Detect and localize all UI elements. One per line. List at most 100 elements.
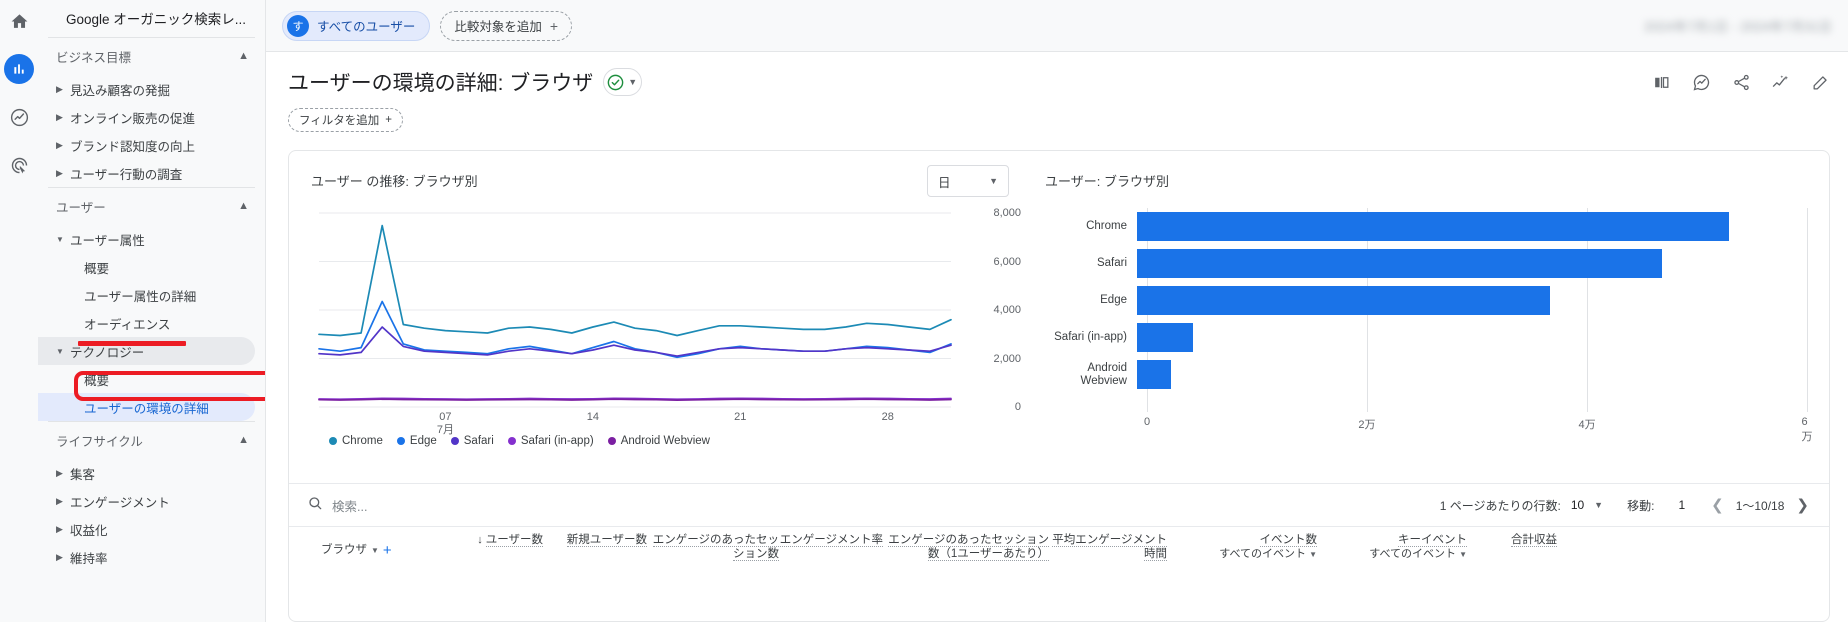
table-column-header[interactable]: 新規ユーザー数	[543, 527, 647, 574]
bar-row[interactable]: Safari (in-app)	[1045, 319, 1807, 356]
sidebar-item-label: ユーザー属性の詳細	[84, 289, 197, 304]
table-column-header[interactable]: エンゲージのあったセッション数（1ユーザーあたり）	[883, 527, 1049, 574]
chevron-up-icon[interactable]: ▲	[238, 51, 249, 62]
sidebar-item-overview-tech[interactable]: 概要	[38, 365, 255, 393]
share-icon[interactable]	[1732, 73, 1751, 92]
table-column-label: エンゲージメント率	[779, 534, 883, 547]
chevron-right-icon: ▶	[56, 167, 63, 178]
period-select[interactable]: 日 ▼	[927, 165, 1009, 197]
sidebar-item-user-behavior[interactable]: ▶ ユーザー行動の調査	[38, 159, 255, 187]
table-section: 検索... 1 ページあたりの行数: 10 ▼ 移動: 1 ❮ 1～10/18 …	[289, 483, 1829, 574]
sidebar-item-demographic-details[interactable]: ユーザー属性の詳細	[38, 281, 255, 309]
sidebar-item-tech-details[interactable]: ユーザーの環境の詳細	[38, 393, 255, 421]
table-column-label: 平均エンゲージメント時間	[1052, 534, 1167, 561]
bar-track	[1137, 356, 1807, 393]
chevron-up-icon[interactable]: ▲	[238, 435, 249, 446]
sidebar-group-lifecycle-label: ライフサイクル	[56, 435, 143, 449]
chevron-down-icon[interactable]: ▼	[1309, 550, 1317, 559]
table-column-label: イベント数	[1259, 534, 1317, 547]
sidebar-group-business-label: ビジネス目標	[56, 51, 132, 65]
trends-icon[interactable]	[1771, 72, 1791, 92]
bar-chart-rows: Chrome Safari Edge Safari (in-app) Andro…	[1045, 208, 1807, 393]
chevron-down-icon[interactable]: ▼	[1594, 500, 1603, 510]
add-filter-button[interactable]: フィルタを追加 +	[288, 108, 403, 132]
bar-row[interactable]: Safari	[1045, 245, 1807, 282]
sidebar-item-online-sales[interactable]: ▶ オンライン販売の促進	[38, 103, 255, 131]
plus-icon: +	[385, 114, 392, 126]
sidebar-group-business[interactable]: ビジネス目標 ▲	[38, 38, 265, 75]
sidebar-group-user[interactable]: ユーザー ▲	[38, 188, 265, 225]
sidebar-item-lead-gen[interactable]: ▶ 見込み顧客の発掘	[38, 75, 255, 103]
chevron-down-icon: ▼	[56, 346, 64, 356]
bar-track	[1137, 208, 1807, 245]
sidebar-item-label: エンゲージメント	[70, 495, 170, 510]
table-column-header[interactable]: エンゲージメント率	[779, 527, 883, 574]
sidebar-item-label: ユーザー行動の調査	[70, 167, 183, 182]
search-placeholder: 検索...	[332, 499, 368, 514]
bar-category-label: Chrome	[1086, 220, 1127, 232]
advertising-icon[interactable]	[4, 150, 34, 180]
chevron-down-icon[interactable]: ▼	[1459, 550, 1467, 559]
sidebar-item-engagement[interactable]: ▶ エンゲージメント	[38, 487, 255, 515]
explore-icon[interactable]	[4, 102, 34, 132]
next-page-button[interactable]: ❯	[1794, 496, 1811, 514]
line-chart-header: ユーザー の推移: ブラウザ別 日 ▼	[311, 165, 1021, 197]
sidebar-item-user-attributes[interactable]: ▼ ユーザー属性	[38, 225, 255, 253]
table-column-header[interactable]: イベント数 すべてのイベント ▼	[1167, 527, 1317, 574]
date-range-selector[interactable]: 2024年7月1日 - 2024年7月31日	[1645, 16, 1832, 35]
table-column-header[interactable]: 合計収益	[1467, 527, 1557, 574]
sort-desc-icon[interactable]: ↓	[477, 534, 483, 548]
sidebar-item-retention[interactable]: ▶ 維持率	[38, 543, 255, 571]
bar-category-label: Safari	[1096, 257, 1127, 269]
chevron-right-icon: ▶	[56, 139, 63, 150]
sidebar-item-audiences[interactable]: オーディエンス	[38, 309, 255, 337]
icon-rail	[0, 0, 38, 622]
sidebar-group-lifecycle[interactable]: ライフサイクル ▲	[38, 422, 265, 459]
data-quality-dropdown[interactable]: ▼	[603, 68, 643, 96]
table-column-header[interactable]: ブラウザ ▼ +	[307, 527, 447, 574]
sidebar-group-user-label: ユーザー	[56, 201, 106, 215]
segment-chip-all-users[interactable]: す すべてのユーザー	[282, 10, 431, 41]
table-column-header[interactable]: エンゲージのあったセッション数	[647, 527, 779, 574]
chevron-down-icon[interactable]: ▼	[628, 77, 637, 87]
prev-page-button[interactable]: ❮	[1709, 496, 1726, 514]
bar-row[interactable]: Edge	[1045, 282, 1807, 319]
bar-chart-panel: ユーザー: ブラウザ別 Chrome Safari Edge Safari (i…	[1027, 151, 1829, 483]
insights-icon[interactable]	[1691, 72, 1712, 93]
compare-icon[interactable]	[1652, 73, 1671, 92]
reports-icon[interactable]	[4, 54, 34, 84]
home-icon[interactable]	[4, 6, 34, 36]
table-column-header[interactable]: キーイベント すべてのイベント ▼	[1317, 527, 1467, 574]
bar-row[interactable]: Android Webview	[1045, 356, 1807, 393]
page-title: ユーザーの環境の詳細: ブラウザ	[288, 72, 594, 95]
bar-row[interactable]: Chrome	[1045, 208, 1807, 245]
chevron-up-icon[interactable]: ▲	[238, 201, 249, 212]
chevron-down-icon[interactable]: ▼	[371, 544, 379, 558]
content-area: ユーザー の推移: ブラウザ別 日 ▼ 0 2,000 4,000 6,000 8,00…	[266, 140, 1848, 622]
bar-category-label: Edge	[1100, 294, 1127, 306]
bar-track	[1137, 282, 1807, 319]
goto-value[interactable]: 1	[1678, 498, 1685, 512]
table-column-header[interactable]: ↓ ユーザー数	[447, 527, 543, 574]
search-input[interactable]: 検索...	[307, 495, 1430, 516]
sidebar-item-acquisition[interactable]: ▶ 集客	[38, 459, 255, 487]
add-comparison-button[interactable]: 比較対象を追加 +	[440, 10, 573, 41]
add-dimension-icon[interactable]: +	[383, 543, 392, 558]
sidebar-item-monetization[interactable]: ▶ 収益化	[38, 515, 255, 543]
table-column-subtitle[interactable]: すべてのイベント ▼	[1369, 548, 1467, 562]
sidebar-item-brand-awareness[interactable]: ▶ ブランド認知度の向上	[38, 131, 255, 159]
table-column-header[interactable]: 平均エンゲージメント時間	[1049, 527, 1167, 574]
sidebar-item-label: 集客	[70, 467, 96, 482]
table-header-row: ブラウザ ▼ + ↓ ユーザー数 新規ユーザー数 エンゲージのあったセッション数 …	[289, 526, 1829, 574]
bar-x-tick-label: 0	[1143, 416, 1151, 428]
table-column-subtitle[interactable]: すべてのイベント ▼	[1219, 548, 1317, 562]
plus-icon: +	[549, 17, 559, 34]
bar-x-tick-label: 6万	[1801, 416, 1813, 443]
sidebar-item-overview-demographics[interactable]: 概要	[38, 253, 255, 281]
bar-chart-plot: Chrome Safari Edge Safari (in-app) Andro…	[1045, 208, 1813, 443]
filter-bar: フィルタを追加 +	[266, 108, 1848, 140]
edit-icon[interactable]	[1811, 73, 1830, 92]
bar-track	[1137, 245, 1807, 282]
rows-per-page-value[interactable]: 10	[1571, 498, 1584, 512]
property-title[interactable]: Google オーガニック検索レ...	[38, 0, 265, 37]
